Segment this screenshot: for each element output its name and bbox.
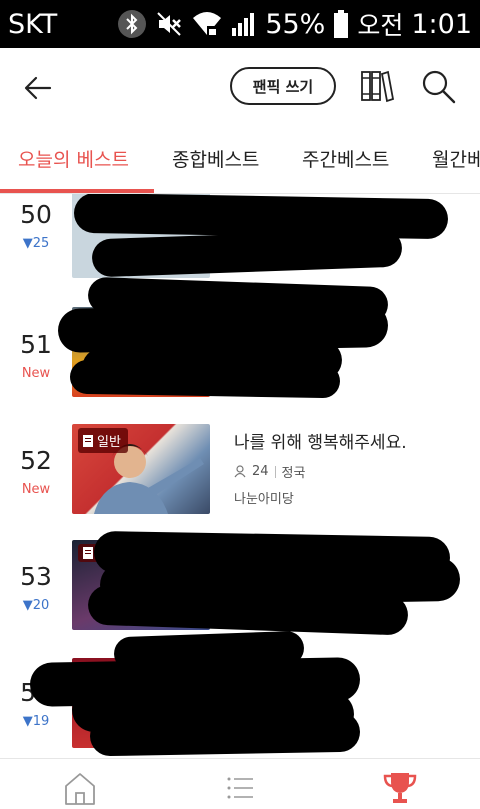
rank-change: New: [21, 366, 51, 381]
library-button[interactable]: [358, 67, 396, 105]
rank-number: 51: [20, 330, 52, 359]
rank-number: 53: [20, 562, 52, 591]
rank-number: 50: [20, 200, 52, 229]
nav-list[interactable]: [210, 769, 270, 807]
tab-overall-best[interactable]: 종합베스트: [172, 145, 259, 172]
rank-number: 52: [20, 446, 52, 475]
arrow-left-icon: [24, 76, 52, 100]
document-icon: [83, 434, 93, 447]
search-icon: [422, 70, 456, 104]
battery-percent: 55%: [265, 8, 326, 40]
active-tab-indicator: [0, 189, 154, 193]
nav-home[interactable]: [50, 769, 110, 807]
ranking-list[interactable]: 50 ▼25 51 New 52 New 일반 나를 위해 행복해주세요. 24…: [0, 194, 480, 758]
genre-badge: 일반: [78, 428, 128, 453]
redaction-mark: [69, 359, 341, 399]
write-fanfic-button[interactable]: 팬픽 쓰기: [230, 67, 336, 105]
ampm-label: 오전: [357, 11, 404, 40]
rank-change: ▼25: [22, 236, 50, 251]
ranking-tabs: 오늘의 베스트 종합베스트 주간베스트 월간베: [0, 128, 480, 194]
signal-icon: [231, 11, 257, 37]
person-icon: [234, 465, 246, 478]
redaction-mark: [89, 711, 361, 757]
nav-ranking[interactable]: [370, 769, 430, 807]
bottom-navigation: [0, 758, 480, 809]
mute-icon: [155, 10, 183, 38]
trophy-icon: [383, 773, 417, 803]
list-icon: [227, 777, 253, 799]
meta-divider: [274, 465, 276, 478]
fanfic-title[interactable]: 나를 위해 행복해주세요.: [234, 428, 407, 453]
battery-icon: [333, 9, 349, 39]
carrier-name: SKT: [8, 8, 58, 40]
rank-change: New: [21, 482, 51, 497]
badge-label: 일반: [97, 435, 121, 450]
tab-weekly-best[interactable]: 주간베스트: [302, 145, 389, 172]
status-icons: 55% 오전 1:01: [117, 6, 472, 42]
search-button[interactable]: [416, 65, 460, 107]
home-icon: [65, 773, 95, 805]
author-name[interactable]: 나눈아미당: [234, 488, 294, 507]
tab-today-best[interactable]: 오늘의 베스트: [18, 145, 129, 172]
status-bar: SKT 55% 오전 1:01: [0, 0, 480, 48]
document-icon: [83, 547, 93, 559]
app-bar: 팬픽 쓰기: [0, 48, 480, 128]
library-icon: [361, 70, 394, 103]
bluetooth-icon: [117, 9, 147, 39]
clock: 1:01: [411, 8, 472, 40]
rank-change: ▼19: [22, 714, 50, 729]
character-tag: 정국: [281, 466, 306, 481]
cover-thumbnail: 일반: [72, 424, 210, 514]
tab-monthly-best[interactable]: 월간베: [432, 145, 480, 172]
fanfic-meta: 24 정국: [234, 462, 305, 481]
rank-change: ▼20: [22, 598, 50, 613]
wifi-icon: [191, 10, 223, 38]
back-button[interactable]: [18, 70, 58, 106]
subscriber-count: 24: [252, 464, 269, 479]
list-item[interactable]: 52 New 일반 나를 위해 행복해주세요. 24 정국 나눈아미당: [0, 422, 480, 537]
